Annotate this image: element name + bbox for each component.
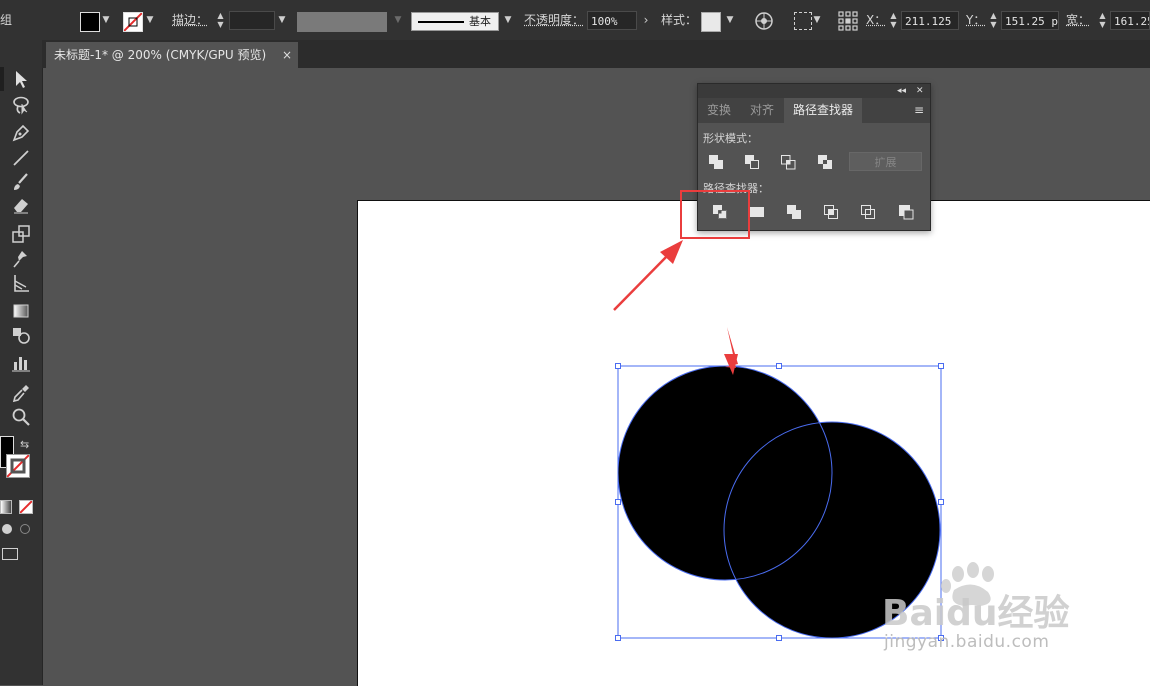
- reference-point-icon[interactable]: [838, 11, 858, 31]
- screen-mode-icon[interactable]: [2, 548, 18, 560]
- stroke-dropdown-icon[interactable]: ▼: [145, 12, 155, 28]
- document-tab[interactable]: 未标题-1* @ 200% (CMYK/GPU 预览) ×: [46, 42, 298, 68]
- line-tool-icon[interactable]: [10, 147, 32, 169]
- draw-normal-icon[interactable]: [2, 524, 12, 534]
- x-label: X：: [866, 13, 887, 27]
- graphic-style-swatch[interactable]: [701, 12, 721, 32]
- tab-transform[interactable]: 变换: [698, 98, 740, 123]
- panel-title-bar[interactable]: ◂◂ ✕: [698, 84, 930, 98]
- opacity-arrow-icon[interactable]: ›: [641, 12, 651, 28]
- crop-icon[interactable]: [821, 202, 841, 222]
- variable-width-dropdown-icon[interactable]: ▼: [393, 12, 403, 28]
- align-dropdown-icon[interactable]: ▼: [812, 12, 822, 28]
- free-transform-tool-icon[interactable]: [10, 272, 32, 294]
- minus-front-icon[interactable]: [742, 152, 762, 172]
- brush-definition-field[interactable]: 基本: [411, 12, 499, 31]
- selection-tool-icon[interactable]: [10, 68, 32, 90]
- opacity-field[interactable]: 100%: [587, 11, 637, 30]
- style-label: 样式：: [661, 13, 698, 27]
- zoom-tool-icon[interactable]: [10, 406, 32, 428]
- baidu-watermark: Baidu经验 jingyan.baidu.com: [880, 560, 1140, 660]
- trim-icon[interactable]: [747, 202, 767, 222]
- exclude-icon[interactable]: [815, 152, 835, 172]
- intersect-icon[interactable]: [778, 152, 798, 172]
- no-stroke-slash-icon: [124, 13, 142, 31]
- minus-back-icon[interactable]: [896, 202, 916, 222]
- stroke-profile-label: 基本: [469, 15, 491, 28]
- panel-tabs: 变换 对齐 路径查找器: [698, 98, 930, 123]
- variable-width-profile[interactable]: [297, 12, 387, 32]
- unite-icon[interactable]: [706, 152, 726, 172]
- eyedropper-tool-icon[interactable]: [10, 382, 32, 404]
- group-label: 组: [0, 13, 13, 27]
- eraser-tool-icon[interactable]: [10, 194, 32, 216]
- stroke-weight-stepper[interactable]: ▲ ▼: [215, 11, 226, 30]
- expand-button[interactable]: 扩展: [849, 152, 922, 171]
- watermark-brand: Baidu经验: [882, 593, 1070, 634]
- x-field[interactable]: 211.125 px: [901, 11, 959, 30]
- merge-icon[interactable]: [784, 202, 804, 222]
- y-stepper[interactable]: ▲ ▼: [988, 11, 999, 30]
- y-label: Y：: [966, 13, 986, 27]
- stroke-line-preview: [418, 21, 464, 23]
- gradient-tool-icon[interactable]: [10, 300, 32, 322]
- gradient-mode-icon[interactable]: [0, 500, 12, 514]
- draw-behind-icon[interactable]: [20, 524, 30, 534]
- tools-panel: ⇆: [0, 40, 43, 685]
- pen-tool-icon[interactable]: [10, 122, 32, 144]
- none-mode-icon[interactable]: [19, 500, 33, 514]
- watermark-url: jingyan.baidu.com: [884, 632, 1050, 652]
- fill-dropdown-icon[interactable]: ▼: [101, 12, 111, 28]
- opacity-label: 不透明度：: [524, 13, 585, 27]
- collapse-panel-icon[interactable]: ◂◂: [897, 84, 906, 98]
- stroke-weight-dropdown-icon[interactable]: ▼: [277, 12, 287, 28]
- width-stepper[interactable]: ▲ ▼: [1097, 11, 1108, 30]
- document-tab-title: 未标题-1* @ 200% (CMYK/GPU 预览): [54, 48, 267, 62]
- swap-colors-icon[interactable]: ⇆: [20, 438, 29, 451]
- width-label: 宽：: [1066, 13, 1091, 27]
- close-document-icon[interactable]: ×: [282, 42, 292, 68]
- column-graph-tool-icon[interactable]: [10, 352, 32, 374]
- tab-align[interactable]: 对齐: [740, 98, 784, 123]
- fill-swatch[interactable]: [80, 12, 100, 32]
- scale-tool-icon[interactable]: [10, 223, 32, 245]
- tab-pathfinder[interactable]: 路径查找器: [784, 98, 862, 123]
- lasso-tool-icon[interactable]: [10, 94, 32, 116]
- stroke-color-box[interactable]: [6, 454, 30, 478]
- paintbrush-tool-icon[interactable]: [10, 171, 32, 193]
- shape-modes-label: 形状模式：: [703, 132, 758, 145]
- x-stepper[interactable]: ▲ ▼: [888, 11, 899, 30]
- brush-definition-dropdown-icon[interactable]: ▼: [503, 12, 513, 28]
- control-bar: 组 ▼ ▼ 描边： ▲ ▼ ▼ ▼ 基本 ▼ 不透明度： 100% › 样式： ▼…: [0, 0, 1150, 41]
- outline-icon[interactable]: [858, 202, 878, 222]
- document-tab-strip: 未标题-1* @ 200% (CMYK/GPU 预览) ×: [42, 40, 1150, 68]
- puppet-warp-tool-icon[interactable]: [10, 248, 32, 270]
- stroke-weight-label: 描边：: [172, 13, 209, 27]
- close-panel-icon[interactable]: ✕: [916, 84, 924, 98]
- shape-builder-tool-icon[interactable]: [10, 324, 32, 346]
- width-field[interactable]: 161.25 px: [1110, 11, 1150, 30]
- panel-menu-icon[interactable]: ≡: [914, 98, 924, 123]
- align-to-selection-icon[interactable]: [794, 12, 812, 30]
- recolor-artwork-icon[interactable]: [754, 11, 774, 31]
- annotation-highlight-box: [680, 190, 750, 239]
- stroke-swatch[interactable]: [123, 12, 143, 32]
- y-field[interactable]: 151.25 px: [1001, 11, 1059, 30]
- stroke-weight-field[interactable]: [229, 11, 275, 30]
- style-dropdown-icon[interactable]: ▼: [725, 12, 735, 28]
- toolbar-edge: [0, 67, 4, 91]
